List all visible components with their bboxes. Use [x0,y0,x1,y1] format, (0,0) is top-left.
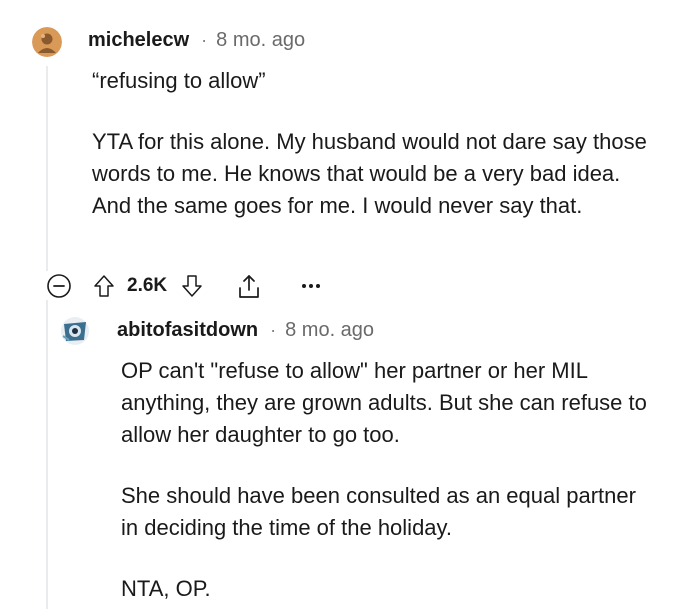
more-icon[interactable] [299,272,323,300]
upvote-icon[interactable] [91,272,117,300]
username[interactable]: abitofasitdown [117,319,258,342]
comment-paragraph: She should have been consulted as an equ… [121,483,636,540]
avatar-image [61,317,89,345]
meta-separator: · [201,30,208,50]
comment-body: OP can't "refuse to allow" her partner o… [121,355,651,605]
comment-body: “refusing to allow” YTA for this alone. … [92,65,652,222]
collapse-icon[interactable] [45,272,73,300]
comment-paragraph: YTA for this alone. My husband would not… [92,129,647,218]
comment-paragraph: OP can't "refuse to allow" her partner o… [121,358,647,447]
avatar-image [32,27,62,57]
comment-actions: 2.6K [45,270,323,302]
thread-line-main[interactable] [46,66,48,271]
comment-meta: michelecw · 8 mo. ago [88,29,305,52]
meta-separator: · [270,320,277,340]
share-icon[interactable] [235,272,263,300]
avatar[interactable] [60,316,90,346]
avatar[interactable] [32,27,62,57]
comment-paragraph: NTA, OP. [121,576,211,601]
downvote-icon[interactable] [179,272,205,300]
timestamp[interactable]: 8 mo. ago [285,319,374,342]
timestamp[interactable]: 8 mo. ago [216,29,305,52]
username[interactable]: michelecw [88,29,189,52]
comment-paragraph: “refusing to allow” [92,68,266,93]
thread-line-branch[interactable] [46,300,48,609]
vote-score: 2.6K [127,275,168,296]
comment-meta: abitofasitdown · 8 mo. ago [117,319,374,342]
